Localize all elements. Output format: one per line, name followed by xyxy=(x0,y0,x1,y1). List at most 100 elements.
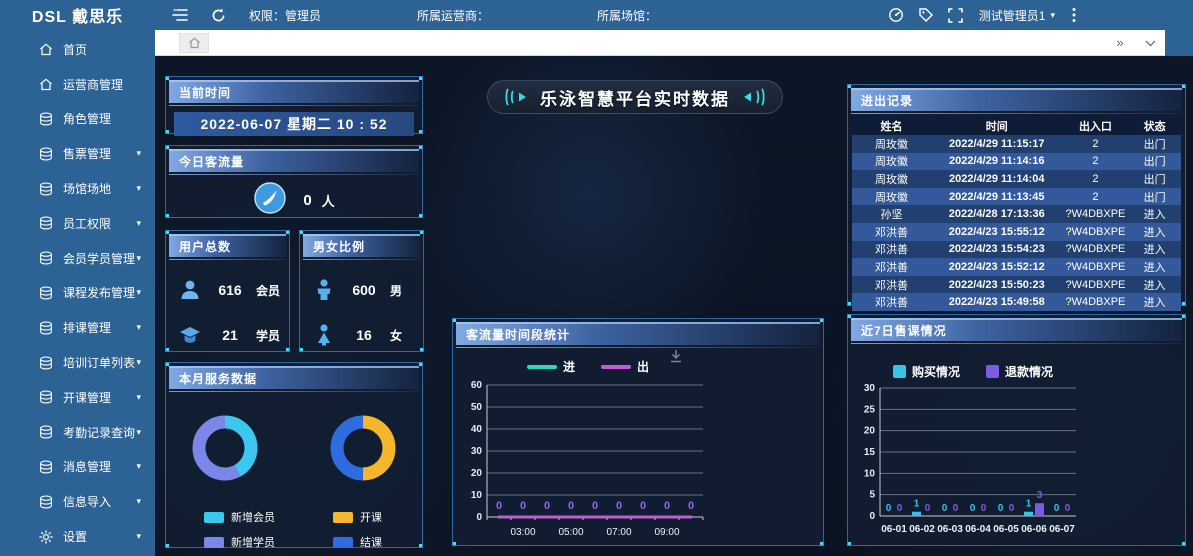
sidebar-item-3[interactable]: 角色管理 xyxy=(0,102,155,137)
sidebar-item-10[interactable]: 培训订单列表▾ xyxy=(0,345,155,380)
svg-text:0: 0 xyxy=(688,500,694,512)
today-flow-panel: 今日客流量 0 人 xyxy=(165,145,423,218)
tabs-dropdown-button[interactable] xyxy=(1135,35,1165,50)
sidebar-item-5[interactable]: 场馆场地▾ xyxy=(0,171,155,206)
svg-text:1: 1 xyxy=(914,499,920,510)
app-logo: DSL 戴思乐 xyxy=(0,3,155,27)
current-time-panel: 当前时间 2022-06-07 星期二 10 : 52 xyxy=(165,76,423,134)
download-icon[interactable] xyxy=(669,349,683,368)
svg-text:0: 0 xyxy=(664,500,670,512)
gauge-icon[interactable] xyxy=(885,4,907,26)
stack-icon xyxy=(38,390,53,405)
tab-home[interactable] xyxy=(179,33,209,53)
legend-item[interactable]: 结课 xyxy=(333,534,382,550)
legend-item[interactable]: 购买情况 xyxy=(893,363,960,380)
svg-text:30: 30 xyxy=(864,383,876,394)
sidebar-item-8[interactable]: 课程发布管理▾ xyxy=(0,276,155,311)
svg-text:0: 0 xyxy=(476,512,482,523)
sidebar-item-11[interactable]: 开课管理▾ xyxy=(0,380,155,415)
svg-text:20: 20 xyxy=(864,426,876,437)
svg-text:0: 0 xyxy=(998,503,1004,514)
svg-text:0: 0 xyxy=(640,500,646,512)
tag-icon[interactable] xyxy=(915,4,937,26)
member-icon xyxy=(178,278,202,302)
legend-item[interactable]: 退款情况 xyxy=(986,363,1053,380)
sales-bar-chart: 05101520253006-010006-021006-030006-0400… xyxy=(854,380,1185,545)
female-label: 女 xyxy=(390,327,402,344)
table-row: 邓洪善2022/4/23 15:55:12?W4DBXPE进入 xyxy=(852,223,1181,241)
expand-caret-icon: ▾ xyxy=(136,531,141,542)
dashboard-headline: 乐泳智慧平台实时数据 xyxy=(487,80,783,114)
sidebar-item-9[interactable]: 排课管理▾ xyxy=(0,310,155,345)
new-users-donut-chart xyxy=(192,415,258,486)
table-row: 周玫徽2022/4/29 11:14:162出门 xyxy=(852,153,1181,171)
svg-text:0: 0 xyxy=(869,511,875,522)
expand-caret-icon: ▾ xyxy=(136,148,141,159)
table-row: 周玫徽2022/4/29 11:15:172出门 xyxy=(852,135,1181,153)
member-label: 会员 xyxy=(256,282,280,299)
fullscreen-icon[interactable] xyxy=(945,4,967,26)
svg-text:5: 5 xyxy=(869,490,875,501)
expand-caret-icon: ▾ xyxy=(136,322,141,333)
entry-exit-table: 姓名时间出入口状态周玫徽2022/4/29 11:15:172出门周玫徽2022… xyxy=(852,116,1181,311)
table-row: 周玫徽2022/4/29 11:13:452出门 xyxy=(852,188,1181,206)
svg-text:0: 0 xyxy=(1065,503,1071,514)
sidebar-item-13[interactable]: 消息管理▾ xyxy=(0,450,155,485)
gender-ratio-panel: 男女比例 600 男 16 女 xyxy=(299,230,424,352)
svg-text:30: 30 xyxy=(471,446,483,457)
user-caret-icon: ▾ xyxy=(1050,10,1055,21)
visitor-line-chart: 010203040506000000000003:0005:0007:0009:… xyxy=(459,375,823,548)
table-row: 邓洪善2022/4/23 15:50:23?W4DBXPE进入 xyxy=(852,276,1181,294)
svg-text:25: 25 xyxy=(864,404,876,415)
topbar-actions: 测试管理员1 ▾ xyxy=(877,4,1193,26)
refresh-icon[interactable] xyxy=(207,4,229,26)
svg-text:0: 0 xyxy=(592,500,598,512)
legend-item[interactable]: 新增学员 xyxy=(204,534,275,550)
legend-item[interactable]: 进 xyxy=(527,358,575,375)
svg-text:06-07: 06-07 xyxy=(1049,524,1075,535)
sidebar: 首页运营商管理角色管理售票管理▾场馆场地▾员工权限▾会员学员管理▾课程发布管理▾… xyxy=(0,30,155,556)
sidebar-item-7[interactable]: 会员学员管理▾ xyxy=(0,241,155,276)
sales-chart-panel: 近7日售课情况 购买情况退款情况 05101520253006-010006-0… xyxy=(847,314,1186,546)
svg-text:0: 0 xyxy=(544,500,550,512)
svg-text:0: 0 xyxy=(520,500,526,512)
sidebar-item-14[interactable]: 信息导入▾ xyxy=(0,484,155,519)
stack-icon xyxy=(38,355,53,370)
sidebar-item-1[interactable]: 首页 xyxy=(0,32,155,67)
svg-text:0: 0 xyxy=(1054,503,1060,514)
sidebar-item-4[interactable]: 售票管理▾ xyxy=(0,136,155,171)
student-label: 学员 xyxy=(256,327,280,344)
legend-item[interactable]: 新增会员 xyxy=(204,509,275,525)
sidebar-item-6[interactable]: 员工权限▾ xyxy=(0,206,155,241)
svg-text:09:00: 09:00 xyxy=(654,527,679,538)
female-count: 16 xyxy=(350,327,378,343)
tabbar-corner xyxy=(1165,30,1193,56)
svg-text:40: 40 xyxy=(471,424,483,435)
legend-item[interactable]: 开课 xyxy=(333,509,382,525)
table-row: 邓洪善2022/4/23 15:49:58?W4DBXPE进入 xyxy=(852,293,1181,311)
sidebar-item-15[interactable]: 设置▾ xyxy=(0,519,155,554)
sidebar-item-2[interactable]: 运营商管理 xyxy=(0,67,155,102)
entry-exit-panel: 进出记录 姓名时间出入口状态周玫徽2022/4/29 11:15:172出门周玫… xyxy=(847,84,1186,306)
user-menu[interactable]: 测试管理员1 ▾ xyxy=(979,7,1055,24)
sidebar-item-12[interactable]: 考勤记录查询▾ xyxy=(0,415,155,450)
topbar: DSL 戴思乐 权限：管理员 所属运营商： 所属场馆： 测试管理员1 ▾ xyxy=(0,0,1193,30)
tabs-overflow-button[interactable]: » xyxy=(1105,35,1135,50)
home-icon xyxy=(38,42,53,57)
legend-item[interactable]: 出 xyxy=(601,358,649,375)
tab-controls: » xyxy=(1105,35,1165,50)
stack-icon xyxy=(38,251,53,266)
operator-label: 所属运营商： xyxy=(417,7,489,24)
svg-text:06-05: 06-05 xyxy=(993,524,1019,535)
stack-icon xyxy=(38,425,53,440)
expand-caret-icon: ▾ xyxy=(136,461,141,472)
svg-text:15: 15 xyxy=(864,447,876,458)
courses-donut-chart xyxy=(330,415,396,486)
user-total-panel: 用户总数 616 会员 21 学员 xyxy=(165,230,290,352)
svg-text:1: 1 xyxy=(1026,499,1032,510)
home-icon xyxy=(188,37,201,49)
menu-toggle-icon[interactable] xyxy=(169,4,191,26)
svg-text:0: 0 xyxy=(886,503,892,514)
svg-text:0: 0 xyxy=(496,500,502,512)
more-vertical-icon[interactable] xyxy=(1063,4,1085,26)
